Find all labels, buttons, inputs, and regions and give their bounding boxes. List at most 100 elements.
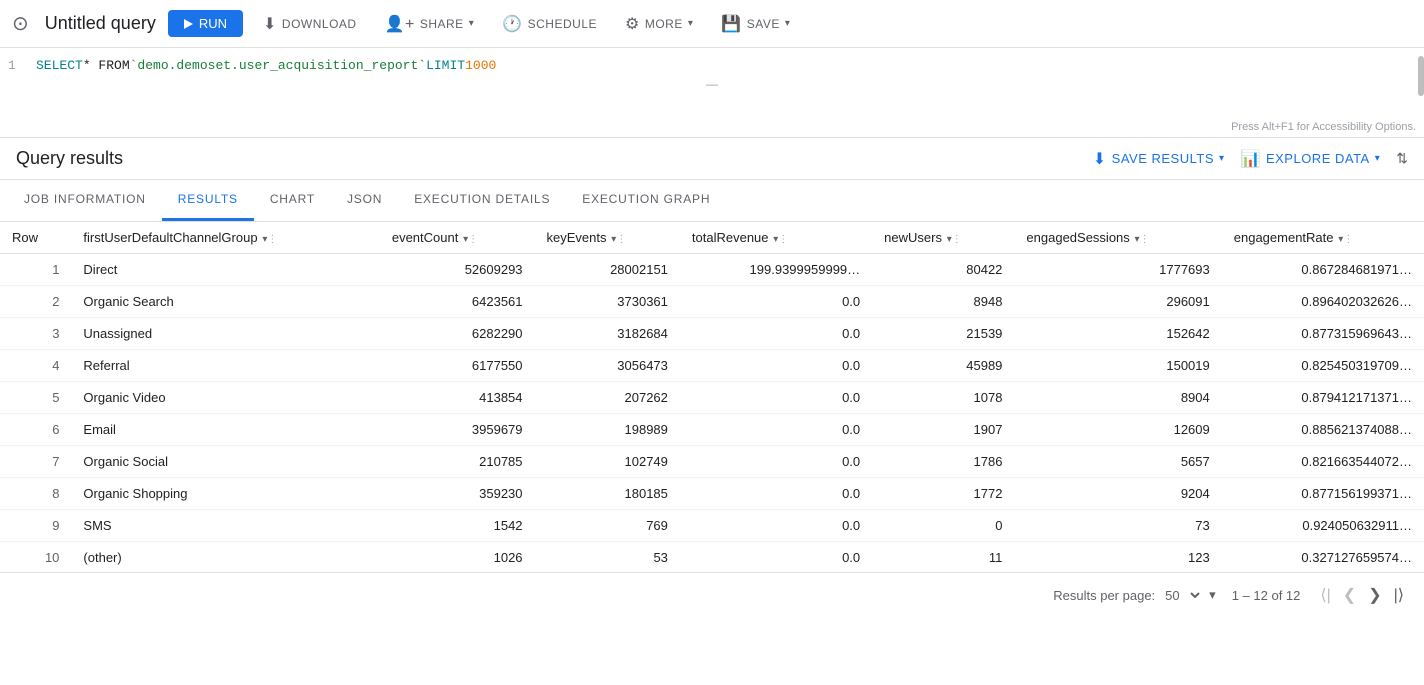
newUsers-resize-handle[interactable]: ⋮ (952, 234, 960, 245)
table-cell: 0 (872, 510, 1014, 542)
table-cell: 8 (0, 478, 71, 510)
schedule-icon: 🕐 (502, 14, 522, 34)
expand-collapse-button[interactable]: ⇅ (1396, 150, 1408, 167)
table-cell: 413854 (380, 382, 535, 414)
table-cell: 0.0 (680, 542, 872, 573)
table-cell: 12609 (1014, 414, 1221, 446)
schedule-button[interactable]: 🕐 SCHEDULE (494, 8, 605, 40)
save-results-chevron-icon: ▾ (1219, 153, 1225, 164)
column-header-keyEvents[interactable]: keyEvents ▾ ⋮ (535, 222, 680, 254)
download-icon: ⬇ (263, 14, 277, 34)
editor-scrollbar[interactable] (1418, 56, 1424, 96)
save-results-icon: ⬇ (1093, 149, 1107, 169)
sql-editor[interactable]: 1 SELECT * FROM `demo.demoset.user_acqui… (0, 48, 1424, 138)
table-cell: 0.0 (680, 478, 872, 510)
tab-execution-graph[interactable]: EXECUTION GRAPH (566, 180, 726, 221)
dropdown-arrow-icon: ▾ (1209, 587, 1216, 603)
eventCount-sort-icon[interactable]: ▾ (460, 234, 468, 245)
save-button[interactable]: 💾 SAVE ▾ (713, 8, 798, 40)
keyEvents-sort-icon[interactable]: ▾ (609, 234, 617, 245)
table-cell: 4 (0, 350, 71, 382)
eventCount-resize-handle[interactable]: ⋮ (468, 234, 476, 245)
table-cell: 10 (0, 542, 71, 573)
column-header-engagementRate[interactable]: engagementRate ▾ ⋮ (1222, 222, 1424, 254)
tab-json[interactable]: JSON (331, 180, 398, 221)
table-cell: 8948 (872, 286, 1014, 318)
table-cell: 8904 (1014, 382, 1221, 414)
save-results-label: SAVE RESULTS (1112, 151, 1214, 166)
table-cell: 45989 (872, 350, 1014, 382)
engagementRate-resize-handle[interactable]: ⋮ (1343, 234, 1351, 245)
sql-limit-keyword: LIMIT (426, 58, 465, 73)
share-button[interactable]: 👤+ SHARE ▾ (377, 8, 483, 40)
table-cell: 769 (535, 510, 680, 542)
table-cell: 207262 (535, 382, 680, 414)
pagination-controls: ⟨| ❮ ❯ |⟩ (1316, 581, 1408, 609)
table-cell: 1542 (380, 510, 535, 542)
engagedSessions-resize-handle[interactable]: ⋮ (1140, 234, 1148, 245)
query-title: Untitled query (45, 13, 156, 34)
table-cell: 52609293 (380, 254, 535, 286)
table-cell: 152642 (1014, 318, 1221, 350)
firstUserDefaultChannelGroup-sort-icon[interactable]: ▾ (260, 234, 268, 245)
totalRevenue-resize-handle[interactable]: ⋮ (778, 234, 786, 245)
tab-job-information[interactable]: JOB INFORMATION (8, 180, 162, 221)
keyEvents-resize-handle[interactable]: ⋮ (616, 234, 624, 245)
tab-chart[interactable]: CHART (254, 180, 331, 221)
editor-divider: — (0, 75, 1424, 93)
results-table-container[interactable]: RowfirstUserDefaultChannelGroup ▾ ⋮event… (0, 222, 1424, 572)
table-cell: Email (71, 414, 379, 446)
next-page-button[interactable]: ❯ (1364, 581, 1385, 609)
table-cell: 0.877156199371… (1222, 478, 1424, 510)
table-cell: 6423561 (380, 286, 535, 318)
table-row: 6Email39596791989890.01907126090.8856213… (0, 414, 1424, 446)
table-cell: 0.0 (680, 510, 872, 542)
column-header-eventCount[interactable]: eventCount ▾ ⋮ (380, 222, 535, 254)
more-button[interactable]: ⚙ MORE ▾ (617, 8, 701, 40)
explore-data-button[interactable]: 📊 EXPLORE DATA ▾ (1241, 149, 1381, 169)
table-cell: Organic Social (71, 446, 379, 478)
table-cell: (other) (71, 542, 379, 573)
firstUserDefaultChannelGroup-resize-handle[interactable]: ⋮ (267, 234, 275, 245)
prev-page-button[interactable]: ❮ (1339, 581, 1360, 609)
column-header-engagedSessions[interactable]: engagedSessions ▾ ⋮ (1014, 222, 1221, 254)
table-row: 8Organic Shopping3592301801850.017729204… (0, 478, 1424, 510)
table-row: 7Organic Social2107851027490.0178656570.… (0, 446, 1424, 478)
run-button[interactable]: RUN (168, 10, 243, 37)
results-table: RowfirstUserDefaultChannelGroup ▾ ⋮event… (0, 222, 1424, 572)
column-header-totalRevenue[interactable]: totalRevenue ▾ ⋮ (680, 222, 872, 254)
last-page-button[interactable]: |⟩ (1390, 581, 1408, 609)
table-cell: Organic Video (71, 382, 379, 414)
sql-star-from: * FROM (83, 58, 130, 73)
table-cell: 210785 (380, 446, 535, 478)
totalRevenue-sort-icon[interactable]: ▾ (771, 234, 779, 245)
table-cell: 6177550 (380, 350, 535, 382)
table-cell: 1907 (872, 414, 1014, 446)
table-cell: 0.0 (680, 286, 872, 318)
first-page-button[interactable]: ⟨| (1316, 581, 1334, 609)
per-page-select[interactable]: 50 100 200 (1161, 587, 1203, 604)
table-cell: 0.879412171371… (1222, 382, 1424, 414)
save-label: SAVE (747, 17, 780, 31)
table-cell: 1786 (872, 446, 1014, 478)
table-cell: 0.896402032626… (1222, 286, 1424, 318)
save-results-button[interactable]: ⬇ SAVE RESULTS ▾ (1093, 149, 1225, 169)
table-row: 2Organic Search642356137303610.089482960… (0, 286, 1424, 318)
table-cell: SMS (71, 510, 379, 542)
gear-icon: ⚙ (625, 14, 640, 34)
column-header-newUsers[interactable]: newUsers ▾ ⋮ (872, 222, 1014, 254)
sql-limit-number: 1000 (465, 58, 496, 73)
table-cell: 180185 (535, 478, 680, 510)
tab-results[interactable]: RESULTS (162, 180, 254, 221)
column-header-firstUserDefaultChannelGroup[interactable]: firstUserDefaultChannelGroup ▾ ⋮ (71, 222, 379, 254)
table-cell: 53 (535, 542, 680, 573)
table-cell: 5 (0, 382, 71, 414)
download-button[interactable]: ⬇ DOWNLOAD (255, 8, 365, 40)
engagementRate-sort-icon[interactable]: ▾ (1336, 234, 1344, 245)
table-cell: 1777693 (1014, 254, 1221, 286)
tab-execution-details[interactable]: EXECUTION DETAILS (398, 180, 566, 221)
table-cell: 102749 (535, 446, 680, 478)
editor-line-1: 1 SELECT * FROM `demo.demoset.user_acqui… (0, 56, 1424, 75)
engagedSessions-sort-icon[interactable]: ▾ (1132, 234, 1140, 245)
newUsers-sort-icon[interactable]: ▾ (944, 234, 952, 245)
